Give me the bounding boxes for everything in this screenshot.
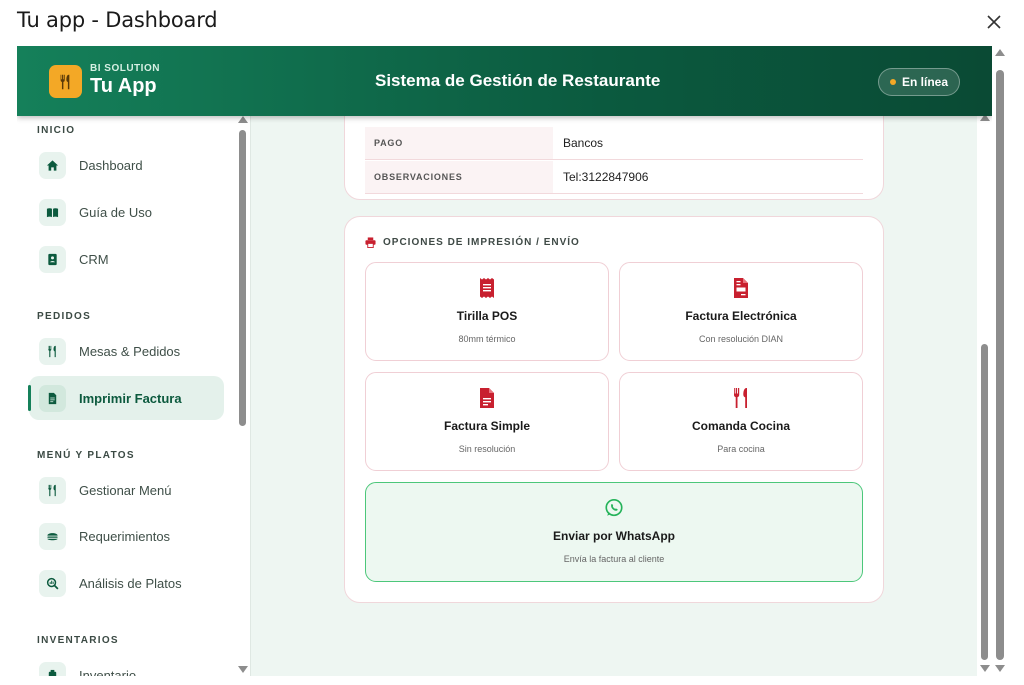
detail-key: OBSERVACIONES <box>365 161 553 193</box>
sidebar: INICIO Dashboard Guía de Uso CRM PEDIDOS… <box>17 116 251 676</box>
status-text: En línea <box>901 75 948 89</box>
home-icon <box>39 151 66 179</box>
option-title: Factura Electrónica <box>685 309 797 323</box>
sidebar-section-pedidos: PEDIDOS <box>37 311 92 322</box>
sidebar-item-label: Mesas & Pedidos <box>79 343 181 359</box>
sidebar-item-label: Requerimientos <box>79 528 171 544</box>
option-subtitle: 80mm térmico <box>458 334 516 344</box>
whatsapp-icon <box>605 499 623 517</box>
scroll-down-icon[interactable] <box>238 666 248 673</box>
sidebar-scrollbar[interactable] <box>237 116 249 676</box>
sidebar-item-requerimientos[interactable]: Requerimientos <box>29 514 224 558</box>
option-subtitle: Sin resolución <box>458 444 516 454</box>
sidebar-section-inventarios: INVENTARIOS <box>37 635 119 646</box>
print-options-heading: OPCIONES DE IMPRESIÓN / ENVÍO <box>365 237 580 248</box>
detail-value: Bancos <box>563 136 604 150</box>
book-icon <box>39 198 66 226</box>
content-scrollbar[interactable] <box>977 48 993 676</box>
sidebar-item-label: Imprimir Factura <box>79 390 182 406</box>
window-title-bar: Tu app - Dashboard <box>0 0 1024 44</box>
utensils-icon <box>39 476 66 504</box>
scroll-down-icon[interactable] <box>980 665 990 672</box>
close-icon <box>987 15 1001 29</box>
file-invoice-icon <box>734 278 748 298</box>
sidebar-item-guia-de-uso[interactable]: Guía de Uso <box>29 190 224 234</box>
utensils-icon <box>39 337 66 365</box>
printer-icon <box>365 237 376 248</box>
app-container: BI SOLUTION Tu App Sistema de Gestión de… <box>17 46 992 676</box>
contacts-icon <box>39 245 66 273</box>
option-title: Tirilla POS <box>456 309 518 323</box>
status-badge: En línea <box>878 68 960 96</box>
print-option-tirilla-pos[interactable]: Tirilla POS 80mm térmico <box>365 262 609 361</box>
sidebar-item-label: Análisis de Platos <box>79 575 182 591</box>
app-header: BI SOLUTION Tu App Sistema de Gestión de… <box>17 46 992 116</box>
sidebar-item-label: Gestionar Menú <box>79 482 172 498</box>
receipt-icon <box>480 278 494 298</box>
search-chart-icon <box>39 569 66 597</box>
content-scroll-thumb[interactable] <box>981 344 988 660</box>
sidebar-item-label: Dashboard <box>79 157 143 173</box>
window-title: Tu app - Dashboard <box>17 8 218 32</box>
main-content: PAGO Bancos OBSERVACIONES Tel:3122847906… <box>251 116 992 676</box>
sidebar-section-menu-y-platos: MENÚ Y PLATOS <box>37 450 135 461</box>
detail-row-observaciones: OBSERVACIONES Tel:3122847906 <box>365 161 863 194</box>
print-option-factura-electronica[interactable]: Factura Electrónica Con resolución DIAN <box>619 262 863 361</box>
print-option-comanda-cocina[interactable]: Comanda Cocina Para cocina <box>619 372 863 471</box>
burger-icon <box>39 522 66 550</box>
sidebar-item-mesas-pedidos[interactable]: Mesas & Pedidos <box>29 329 224 373</box>
sidebar-item-label: CRM <box>79 251 109 267</box>
option-subtitle: Con resolución DIAN <box>698 334 784 344</box>
status-dot-icon <box>889 79 896 85</box>
brand-name: Tu App <box>90 75 157 97</box>
close-button[interactable] <box>980 8 1008 36</box>
window-scrollbar[interactable] <box>993 44 1007 685</box>
file-icon <box>480 388 494 408</box>
window-scroll-thumb[interactable] <box>996 70 1004 660</box>
sidebar-item-crm[interactable]: CRM <box>29 237 224 281</box>
sidebar-section-inicio: INICIO <box>37 125 76 136</box>
send-whatsapp-button[interactable]: Enviar por WhatsApp Envía la factura al … <box>365 482 863 582</box>
page-title: Sistema de Gestión de Restaurante <box>375 71 661 90</box>
sidebar-item-analisis-de-platos[interactable]: Análisis de Platos <box>29 561 224 605</box>
invoice-icon <box>39 384 66 412</box>
invoice-details-card: PAGO Bancos OBSERVACIONES Tel:3122847906 <box>344 116 884 200</box>
sidebar-item-dashboard[interactable]: Dashboard <box>29 143 224 187</box>
utensils-icon <box>60 74 69 89</box>
sidebar-item-imprimir-factura[interactable]: Imprimir Factura <box>28 376 224 420</box>
detail-key: PAGO <box>365 127 553 159</box>
app-window: Tu app - Dashboard BI SOLUTION Tu App Si… <box>0 0 1024 685</box>
detail-row-pago: PAGO Bancos <box>365 127 863 160</box>
print-option-factura-simple[interactable]: Factura Simple Sin resolución <box>365 372 609 471</box>
option-title: Comanda Cocina <box>691 419 790 433</box>
print-options-title: OPCIONES DE IMPRESIÓN / ENVÍO <box>383 237 580 248</box>
sidebar-scroll-thumb[interactable] <box>239 130 246 426</box>
sidebar-item-label: Inventario <box>79 667 137 677</box>
scroll-up-icon[interactable] <box>995 49 1005 56</box>
utensils-icon <box>734 388 747 408</box>
sidebar-item-inventario[interactable]: Inventario <box>29 653 224 676</box>
scroll-up-icon[interactable] <box>238 116 248 123</box>
sidebar-item-label: Guía de Uso <box>79 204 152 220</box>
option-title: Enviar por WhatsApp <box>552 529 675 543</box>
sidebar-item-gestionar-menu[interactable]: Gestionar Menú <box>29 468 224 512</box>
detail-value: Tel:3122847906 <box>563 170 649 184</box>
option-subtitle: Envía la factura al cliente <box>563 554 665 564</box>
inventory-icon <box>39 661 66 676</box>
brand-subtitle: BI SOLUTION <box>90 63 160 74</box>
option-title: Factura Simple <box>443 419 531 433</box>
print-options-card: OPCIONES DE IMPRESIÓN / ENVÍO Tirilla PO… <box>344 216 884 603</box>
option-subtitle: Para cocina <box>717 444 765 454</box>
scroll-down-icon[interactable] <box>995 665 1005 672</box>
logo <box>49 65 82 98</box>
